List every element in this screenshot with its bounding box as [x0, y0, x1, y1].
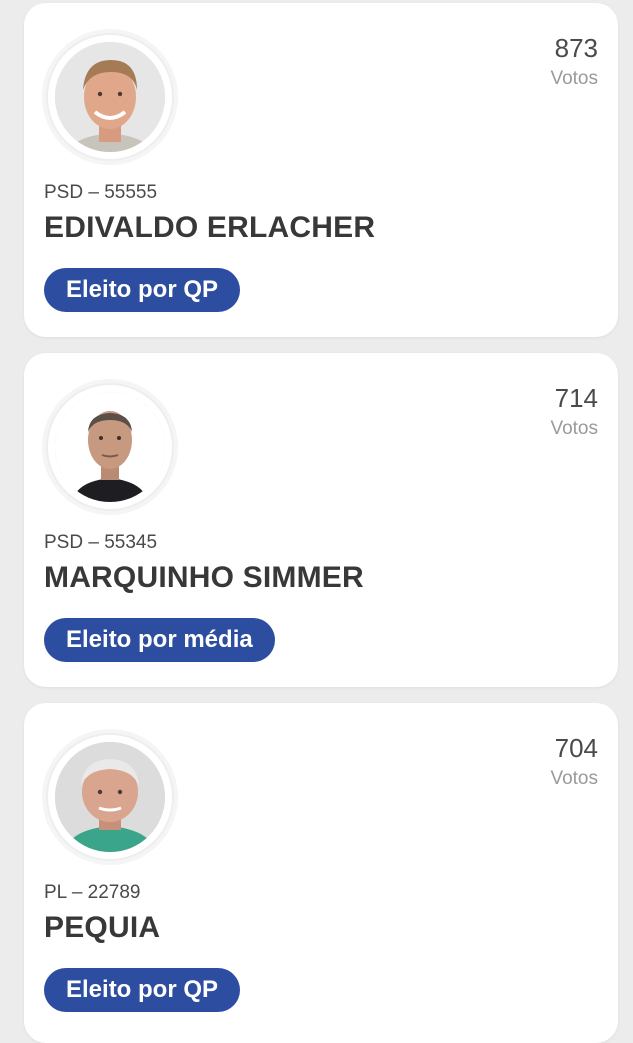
candidate-photo [55, 42, 165, 152]
votes-label: Votos [550, 418, 598, 439]
avatar [46, 383, 174, 511]
votes-label: Votos [550, 768, 598, 789]
status-badge: Eleito por QP [44, 968, 241, 1012]
candidate-name: MARQUINHO SIMMER [44, 561, 364, 594]
votes-label: Votos [550, 68, 598, 89]
votes-block: 714 Votos [550, 383, 598, 441]
candidate-photo [55, 392, 165, 502]
votes-block: 873 Votos [550, 33, 598, 91]
status-badge: Eleito por média [44, 618, 275, 662]
candidate-card[interactable]: 704 Votos PL – 22789 PEQUIA Eleito por Q… [24, 703, 618, 1043]
party-number: PL – 22789 [44, 882, 141, 903]
candidate-photo [55, 742, 165, 852]
party-number: PSD – 55555 [44, 182, 158, 203]
candidate-card[interactable]: 714 Votos PSD – 55345 MARQUINHO SIMMER E… [24, 353, 618, 687]
party-number: PSD – 55345 [44, 532, 158, 553]
status-badge: Eleito por QP [44, 268, 241, 312]
candidate-name: EDIVALDO ERLACHER [44, 211, 376, 244]
votes-count: 873 [554, 33, 598, 63]
votes-block: 704 Votos [550, 733, 598, 791]
avatar [46, 733, 174, 861]
avatar [46, 33, 174, 161]
votes-count: 714 [554, 383, 598, 413]
candidate-card[interactable]: 873 Votos PSD – 55555 EDIVALDO ERLACHER … [24, 3, 618, 337]
votes-count: 704 [554, 733, 598, 763]
candidate-list: 873 Votos PSD – 55555 EDIVALDO ERLACHER … [0, 0, 633, 1043]
candidate-name: PEQUIA [44, 911, 161, 944]
